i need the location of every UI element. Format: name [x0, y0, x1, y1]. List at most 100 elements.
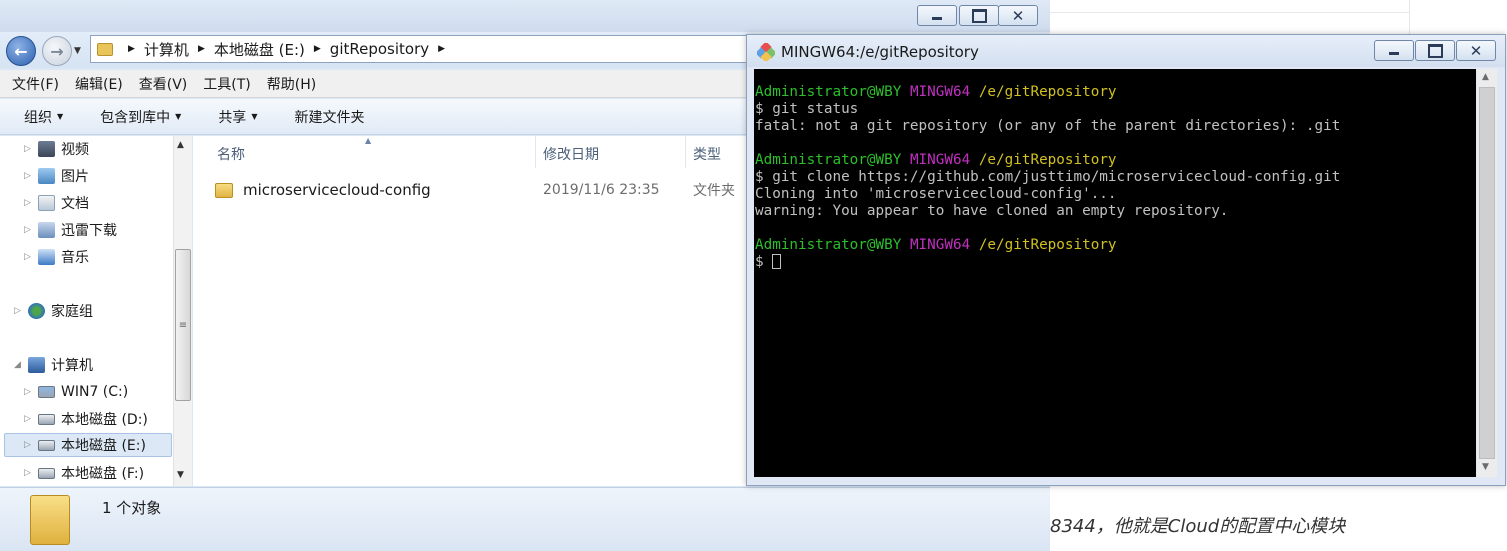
system-drive-icon: [38, 386, 55, 398]
expand-arrow-icon[interactable]: ▷: [24, 225, 34, 235]
menu-view[interactable]: 查看(V): [139, 74, 188, 94]
maximize-button[interactable]: [959, 5, 999, 26]
prompt-user: Administrator@WBY: [755, 237, 902, 253]
sort-ascending-icon: ▲: [365, 136, 372, 145]
scrollbar-thumb[interactable]: ≡: [175, 249, 191, 401]
chevron-right-icon[interactable]: ▶: [438, 44, 445, 54]
scroll-up-icon[interactable]: ▲: [177, 140, 184, 150]
sidebar-item-label: 视频: [61, 142, 89, 158]
chevron-right-icon[interactable]: ▶: [198, 44, 205, 54]
sidebar-item-downloads[interactable]: ▷ 迅雷下载: [24, 218, 117, 242]
navigation-scrollbar[interactable]: ▲ ≡ ▼: [173, 136, 192, 486]
drive-icon: [38, 413, 55, 425]
documents-library-icon: [38, 195, 55, 211]
new-folder-label: 新建文件夹: [294, 109, 365, 126]
expand-arrow-icon[interactable]: ▷: [14, 306, 24, 316]
drive-icon: [38, 439, 55, 451]
sidebar-item-computer[interactable]: ◢ 计算机: [14, 353, 93, 377]
forward-button[interactable]: →: [42, 36, 72, 66]
maximize-button[interactable]: [1415, 40, 1455, 61]
breadcrumb-gitrepository[interactable]: gitRepository: [330, 40, 429, 58]
terminal-output[interactable]: Administrator@WBY MINGW64 /e/gitReposito…: [754, 69, 1476, 477]
minimize-button[interactable]: [917, 5, 957, 26]
sidebar-item-label: 计算机: [51, 358, 93, 374]
column-divider[interactable]: [535, 136, 536, 168]
organize-button[interactable]: 组织 ▼: [24, 107, 63, 127]
input-line[interactable]: $: [755, 254, 1476, 271]
folder-icon: [215, 182, 233, 198]
terminal-titlebar[interactable]: MINGW64:/e/gitRepository ✕: [747, 35, 1505, 67]
share-button[interactable]: 共享 ▼: [218, 107, 257, 127]
share-label: 共享: [218, 109, 247, 126]
expand-arrow-icon[interactable]: ▷: [24, 440, 34, 450]
breadcrumb-drive-e[interactable]: 本地磁盘 (E:): [214, 39, 305, 60]
menu-file[interactable]: 文件(F): [12, 74, 59, 94]
collapse-arrow-icon[interactable]: ◢: [14, 360, 24, 370]
column-header-name[interactable]: 名称: [217, 140, 245, 168]
sidebar-item-pictures[interactable]: ▷ 图片: [24, 164, 89, 188]
folder-icon: [30, 495, 70, 545]
sidebar-item-drive-c[interactable]: ▷ WIN7 (C:): [24, 380, 128, 404]
current-prompt: $: [755, 254, 773, 270]
menu-help[interactable]: 帮助(H): [267, 74, 316, 94]
folder-icon: [97, 42, 113, 56]
close-button[interactable]: ✕: [998, 5, 1038, 26]
recent-pages-dropdown[interactable]: ▼: [74, 46, 81, 56]
explorer-titlebar: ✕: [0, 0, 1050, 32]
sidebar-item-drive-d[interactable]: ▷ 本地磁盘 (D:): [24, 407, 148, 431]
include-in-library-button[interactable]: 包含到库中 ▼: [100, 107, 181, 127]
sidebar-item-documents[interactable]: ▷ 文档: [24, 191, 89, 215]
file-type: 文件夹: [693, 183, 735, 199]
article-text: 8344，他就是Cloud的配置中心模块: [1050, 516, 1346, 537]
computer-icon: [28, 357, 45, 373]
expand-arrow-icon[interactable]: ▷: [24, 198, 34, 208]
prompt-system: MINGW64: [909, 84, 971, 100]
terminal-scrollbar[interactable]: ▲ ▼: [1477, 69, 1497, 477]
git-logo-icon: [757, 43, 775, 61]
terminal-title: MINGW64:/e/gitRepository: [781, 43, 979, 61]
text-cursor: [772, 254, 782, 269]
scroll-down-icon[interactable]: ▼: [177, 470, 184, 480]
sidebar-item-homegroup[interactable]: ▷ 家庭组: [14, 299, 93, 323]
output-line: warning: You appear to have cloned an em…: [755, 203, 1229, 219]
chevron-right-icon[interactable]: ▶: [128, 44, 135, 54]
scroll-down-icon[interactable]: ▼: [1482, 462, 1489, 472]
sidebar-item-label: 文档: [61, 196, 89, 212]
prompt-cwd: /e/gitRepository: [978, 237, 1117, 253]
expand-arrow-icon[interactable]: ▷: [24, 144, 34, 154]
scrollbar-thumb[interactable]: [1479, 87, 1495, 459]
command-line: $ git clone https://github.com/justtimo/…: [755, 169, 1341, 185]
column-divider[interactable]: [685, 136, 686, 168]
details-pane: 1 个对象: [0, 487, 1050, 551]
caret-down-icon: ▼: [57, 112, 64, 121]
new-folder-button[interactable]: 新建文件夹: [294, 107, 364, 127]
close-button[interactable]: ✕: [1456, 40, 1496, 61]
include-in-library-label: 包含到库中: [100, 109, 171, 126]
sidebar-item-label: 本地磁盘 (D:): [61, 412, 148, 428]
expand-arrow-icon[interactable]: ▷: [24, 414, 34, 424]
expand-arrow-icon[interactable]: ▷: [24, 171, 34, 181]
prompt-line: Administrator@WBY MINGW64 /e/gitReposito…: [755, 84, 1476, 101]
prompt-user: Administrator@WBY: [755, 152, 902, 168]
expand-arrow-icon[interactable]: ▷: [24, 468, 34, 478]
column-header-type[interactable]: 类型: [693, 140, 721, 168]
list-item[interactable]: microservicecloud-config: [215, 178, 431, 202]
music-library-icon: [38, 249, 55, 265]
breadcrumb-computer[interactable]: 计算机: [144, 39, 189, 60]
chevron-right-icon[interactable]: ▶: [314, 44, 321, 54]
menu-tools[interactable]: 工具(T): [203, 74, 250, 94]
sidebar-item-music[interactable]: ▷ 音乐: [24, 245, 89, 269]
sidebar-item-drive-e[interactable]: ▷ 本地磁盘 (E:): [4, 433, 172, 457]
expand-arrow-icon[interactable]: ▷: [24, 252, 34, 262]
column-header-modified[interactable]: 修改日期: [543, 140, 599, 168]
scroll-up-icon[interactable]: ▲: [1482, 72, 1489, 82]
item-count: 1 个对象: [102, 499, 162, 517]
sidebar-item-videos[interactable]: ▷ 视频: [24, 137, 89, 161]
back-button[interactable]: ←: [6, 36, 36, 66]
drive-icon: [38, 467, 55, 479]
expand-arrow-icon[interactable]: ▷: [24, 387, 34, 397]
prompt-line: Administrator@WBY MINGW64 /e/gitReposito…: [755, 237, 1476, 254]
sidebar-item-drive-f[interactable]: ▷ 本地磁盘 (F:): [24, 461, 144, 485]
menu-edit[interactable]: 编辑(E): [75, 74, 123, 94]
minimize-button[interactable]: [1374, 40, 1414, 61]
